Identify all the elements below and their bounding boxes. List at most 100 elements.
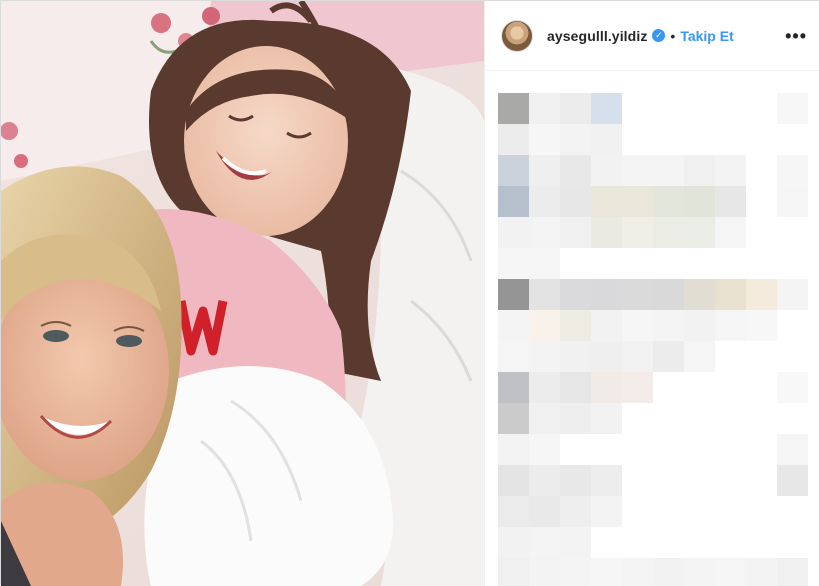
mosaic-tile — [591, 217, 622, 248]
mosaic-tile — [653, 217, 684, 248]
mosaic-tile — [529, 279, 560, 310]
mosaic-tile — [684, 217, 715, 248]
mosaic-tile — [777, 155, 808, 186]
mosaic-tile — [591, 124, 622, 155]
mosaic-tile — [591, 155, 622, 186]
post-photo[interactable] — [1, 1, 484, 586]
mosaic-tile — [622, 186, 653, 217]
mosaic-tile — [560, 310, 591, 341]
mosaic-tile — [560, 527, 591, 558]
mosaic-tile — [715, 279, 746, 310]
post-side-panel: aysegulll.yildiz ✓ • Takip Et ••• — [484, 1, 819, 586]
mosaic-tile — [591, 496, 622, 527]
mosaic-tile — [591, 186, 622, 217]
mosaic-tile — [560, 372, 591, 403]
mosaic-tile — [529, 217, 560, 248]
mosaic-tile — [498, 465, 529, 496]
mosaic-tile — [498, 341, 529, 372]
mosaic-tile — [529, 434, 560, 465]
mosaic-tile — [715, 558, 746, 586]
mosaic-tile — [529, 558, 560, 586]
mosaic-tile — [529, 248, 560, 279]
mosaic-tile — [715, 155, 746, 186]
mosaic-tile — [653, 558, 684, 586]
mosaic-tile — [529, 341, 560, 372]
mosaic-tile — [560, 496, 591, 527]
username-link[interactable]: aysegulll.yildiz — [547, 28, 647, 44]
avatar[interactable] — [501, 19, 533, 52]
mosaic-tile — [684, 279, 715, 310]
mosaic-tile — [684, 558, 715, 586]
mosaic-tile — [653, 155, 684, 186]
mosaic-tile — [498, 248, 529, 279]
mosaic-tile — [498, 496, 529, 527]
mosaic-tile — [498, 124, 529, 155]
mosaic-tile — [653, 341, 684, 372]
mosaic-tile — [498, 558, 529, 586]
mosaic-tile — [498, 186, 529, 217]
mosaic-tile — [777, 186, 808, 217]
separator-dot: • — [670, 27, 676, 44]
instagram-post: aysegulll.yildiz ✓ • Takip Et ••• — [0, 0, 819, 586]
mosaic-tile — [529, 155, 560, 186]
mosaic-tile — [529, 186, 560, 217]
mosaic-tile — [777, 279, 808, 310]
mosaic-tile — [622, 372, 653, 403]
mosaic-tile — [498, 217, 529, 248]
mosaic-tile — [746, 558, 777, 586]
mosaic-tile — [498, 527, 529, 558]
pixelated-mosaic — [485, 71, 819, 586]
mosaic-tile — [622, 558, 653, 586]
mosaic-tile — [777, 372, 808, 403]
post-header: aysegulll.yildiz ✓ • Takip Et ••• — [485, 1, 819, 71]
mosaic-tile — [498, 372, 529, 403]
mosaic-tile — [684, 310, 715, 341]
mosaic-tile — [498, 155, 529, 186]
mosaic-tile — [777, 558, 808, 586]
mosaic-tile — [591, 372, 622, 403]
mosaic-tile — [529, 403, 560, 434]
mosaic-tile — [560, 124, 591, 155]
mosaic-tile — [684, 155, 715, 186]
mosaic-tile — [498, 434, 529, 465]
mosaic-tile — [653, 186, 684, 217]
mosaic-tile — [529, 372, 560, 403]
mosaic-tile — [777, 434, 808, 465]
mosaic-tile — [591, 465, 622, 496]
mosaic-tile — [529, 310, 560, 341]
mosaic-tile — [777, 465, 808, 496]
mosaic-tile — [529, 496, 560, 527]
mosaic-tile — [591, 93, 622, 124]
photo-illustration — [1, 1, 484, 586]
mosaic-tile — [560, 155, 591, 186]
mosaic-tile — [560, 186, 591, 217]
mosaic-tile — [715, 217, 746, 248]
mosaic-tile — [622, 341, 653, 372]
mosaic-tile — [529, 93, 560, 124]
mosaic-tile — [560, 93, 591, 124]
mosaic-tile — [529, 124, 560, 155]
mosaic-tile — [746, 310, 777, 341]
mosaic-tile — [498, 93, 529, 124]
mosaic-tile — [591, 558, 622, 586]
mosaic-tile — [498, 310, 529, 341]
mosaic-tile — [591, 403, 622, 434]
mosaic-tile — [529, 465, 560, 496]
follow-button[interactable]: Takip Et — [680, 28, 733, 44]
mosaic-tile — [715, 186, 746, 217]
mosaic-tile — [653, 310, 684, 341]
mosaic-tile — [622, 217, 653, 248]
mosaic-tile — [560, 341, 591, 372]
mosaic-tile — [560, 558, 591, 586]
mosaic-tile — [560, 279, 591, 310]
mosaic-tile — [715, 310, 746, 341]
mosaic-tile — [653, 279, 684, 310]
mosaic-tile — [591, 310, 622, 341]
mosaic-tile — [529, 527, 560, 558]
mosaic-tile — [591, 341, 622, 372]
mosaic-tile — [560, 217, 591, 248]
mosaic-tile — [622, 279, 653, 310]
mosaic-tile — [684, 341, 715, 372]
more-options-icon[interactable]: ••• — [785, 27, 807, 45]
verified-badge-icon: ✓ — [652, 29, 666, 42]
